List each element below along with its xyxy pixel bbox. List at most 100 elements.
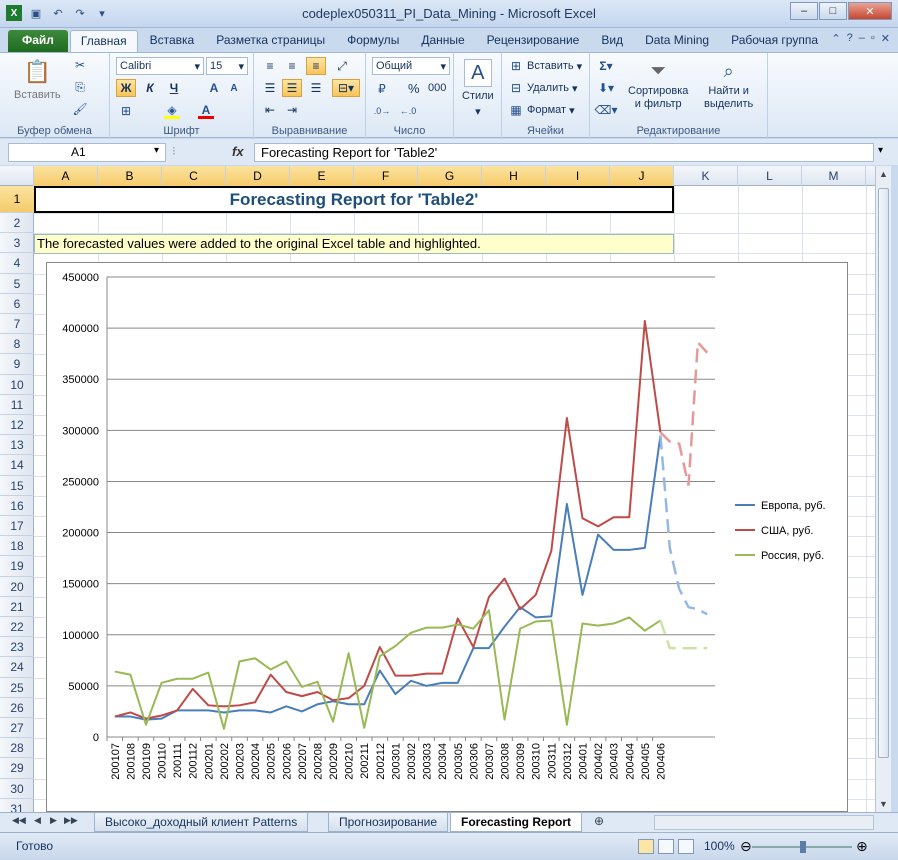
tab-view[interactable]: Вид: [591, 30, 633, 52]
styles-button[interactable]: A Стили ▾: [462, 59, 494, 118]
sort-filter-button[interactable]: ⏷ Сортировка и фильтр: [628, 57, 688, 111]
row-header-10[interactable]: 10: [0, 375, 34, 395]
normal-view-icon[interactable]: [638, 839, 654, 854]
close-button[interactable]: ✕: [848, 2, 892, 20]
zoom-out-icon[interactable]: ⊖: [740, 838, 752, 855]
zoom-in-icon[interactable]: ⊕: [856, 838, 868, 855]
row-header-26[interactable]: 26: [0, 698, 34, 718]
zoom-slider-handle[interactable]: [800, 841, 806, 853]
forecast-chart[interactable]: 0 50000 100000 150000 200000 250000 300000 3500…: [46, 262, 848, 812]
italic-button[interactable]: К: [140, 79, 160, 97]
row-header-3[interactable]: 3: [0, 233, 34, 254]
format-cells-button[interactable]: ▦ Формат ▾: [508, 102, 574, 118]
paste-button[interactable]: 📋 Вставить: [14, 57, 61, 101]
scroll-up-icon[interactable]: ▲: [876, 166, 891, 182]
insert-cells-button[interactable]: ⊞ Вставить ▾: [508, 58, 582, 74]
thousands-button[interactable]: 000: [428, 82, 446, 94]
font-name-select[interactable]: Calibri ▾: [116, 57, 204, 75]
tab-data-mining[interactable]: Data Mining: [635, 30, 719, 52]
name-box[interactable]: A1: [8, 143, 166, 162]
sheet-tab-patterns[interactable]: Высоко_доходный клиент Patterns: [94, 813, 309, 832]
doc-restore-icon[interactable]: ▫: [871, 32, 875, 45]
page-layout-view-icon[interactable]: [658, 839, 674, 854]
decrease-decimal-icon[interactable]: ←.0: [400, 103, 417, 119]
fill-color-icon[interactable]: ◈: [164, 103, 180, 119]
scroll-down-icon[interactable]: ▼: [876, 796, 891, 812]
shrink-font-icon[interactable]: A: [226, 80, 242, 96]
column-header-g[interactable]: G: [418, 166, 482, 186]
first-sheet-icon[interactable]: ◀◀: [12, 815, 26, 826]
prev-sheet-icon[interactable]: ◀: [34, 815, 41, 826]
column-header-e[interactable]: E: [290, 166, 354, 186]
row-header-19[interactable]: 19: [0, 556, 34, 577]
row-header-14[interactable]: 14: [0, 455, 34, 476]
column-header-f[interactable]: F: [354, 166, 418, 186]
decrease-indent-icon[interactable]: ⇤: [260, 101, 280, 119]
row-header-6[interactable]: 6: [0, 294, 34, 314]
increase-indent-icon[interactable]: ⇥: [282, 101, 302, 119]
font-size-select[interactable]: 15 ▾: [206, 57, 248, 75]
last-sheet-icon[interactable]: ▶▶: [64, 815, 78, 826]
align-left-icon[interactable]: ☰: [260, 79, 280, 97]
row-header-4[interactable]: 4: [0, 253, 34, 274]
doc-minimize-icon[interactable]: –: [859, 32, 865, 45]
column-header-i[interactable]: I: [546, 166, 610, 186]
row-header-1[interactable]: 1: [0, 186, 34, 213]
borders-icon[interactable]: ⊞: [118, 103, 134, 119]
row-header-5[interactable]: 5: [0, 274, 34, 294]
cell-a1-title[interactable]: Forecasting Report for 'Table2': [34, 186, 674, 213]
autosum-icon[interactable]: Σ▾: [598, 58, 614, 74]
maximize-button[interactable]: □: [819, 2, 847, 20]
column-header-h[interactable]: H: [482, 166, 546, 186]
insert-function-button[interactable]: fx: [232, 144, 244, 159]
row-header-29[interactable]: 29: [0, 758, 34, 779]
row-header-30[interactable]: 30: [0, 779, 34, 799]
row-header-27[interactable]: 27: [0, 718, 34, 739]
copy-icon[interactable]: ⎘: [72, 79, 88, 95]
row-header-24[interactable]: 24: [0, 657, 34, 678]
chevron-down-icon[interactable]: ▾: [154, 145, 159, 156]
column-header-a[interactable]: A: [34, 166, 98, 186]
tab-insert[interactable]: Вставка: [140, 30, 205, 52]
font-color-icon[interactable]: A: [198, 103, 214, 119]
delete-cells-button[interactable]: ⊟ Удалить ▾: [508, 80, 578, 96]
grow-font-icon[interactable]: A: [206, 80, 222, 96]
find-select-button[interactable]: ⌕ Найти и выделить: [704, 57, 753, 111]
row-header-25[interactable]: 25: [0, 678, 34, 698]
row-header-11[interactable]: 11: [0, 395, 34, 415]
tab-workgroup[interactable]: Рабочая группа: [721, 30, 828, 52]
row-header-2[interactable]: 2: [0, 213, 34, 234]
zoom-level[interactable]: 100%: [704, 839, 735, 853]
format-painter-icon[interactable]: 🖌: [72, 101, 88, 117]
next-sheet-icon[interactable]: ▶: [50, 815, 57, 826]
expand-formula-icon[interactable]: ▾: [878, 145, 883, 156]
column-header-c[interactable]: C: [162, 166, 226, 186]
doc-close-icon[interactable]: ✕: [881, 32, 890, 45]
tab-review[interactable]: Рецензирование: [477, 30, 590, 52]
zoom-slider[interactable]: [752, 841, 852, 853]
select-all-corner[interactable]: [0, 166, 34, 186]
minimize-button[interactable]: –: [790, 2, 818, 20]
tab-data[interactable]: Данные: [411, 30, 474, 52]
row-header-28[interactable]: 28: [0, 738, 34, 759]
align-center-icon[interactable]: ☰: [282, 79, 302, 97]
tab-home[interactable]: Главная: [69, 30, 138, 52]
help-icon[interactable]: ?: [847, 32, 853, 45]
orientation-icon[interactable]: ⤢: [332, 57, 352, 75]
tab-file[interactable]: Файл: [8, 30, 68, 52]
formula-input[interactable]: Forecasting Report for 'Table2': [254, 143, 874, 162]
column-header-l[interactable]: L: [738, 166, 802, 186]
row-header-31[interactable]: 31: [0, 799, 34, 812]
vertical-scrollbar[interactable]: ▲ ▼: [875, 166, 891, 812]
tab-formulas[interactable]: Формулы: [337, 30, 409, 52]
column-header-j[interactable]: J: [610, 166, 674, 186]
increase-decimal-icon[interactable]: .0→: [374, 103, 391, 119]
row-header-23[interactable]: 23: [0, 637, 34, 658]
new-sheet-icon[interactable]: ⊕: [594, 814, 604, 828]
row-header-7[interactable]: 7: [0, 314, 34, 335]
align-top-icon[interactable]: ≡: [260, 57, 280, 75]
sheet-tab-forecasting[interactable]: Прогнозирование: [328, 813, 448, 832]
row-header-9[interactable]: 9: [0, 354, 34, 375]
row-header-15[interactable]: 15: [0, 476, 34, 496]
row-header-18[interactable]: 18: [0, 536, 34, 557]
